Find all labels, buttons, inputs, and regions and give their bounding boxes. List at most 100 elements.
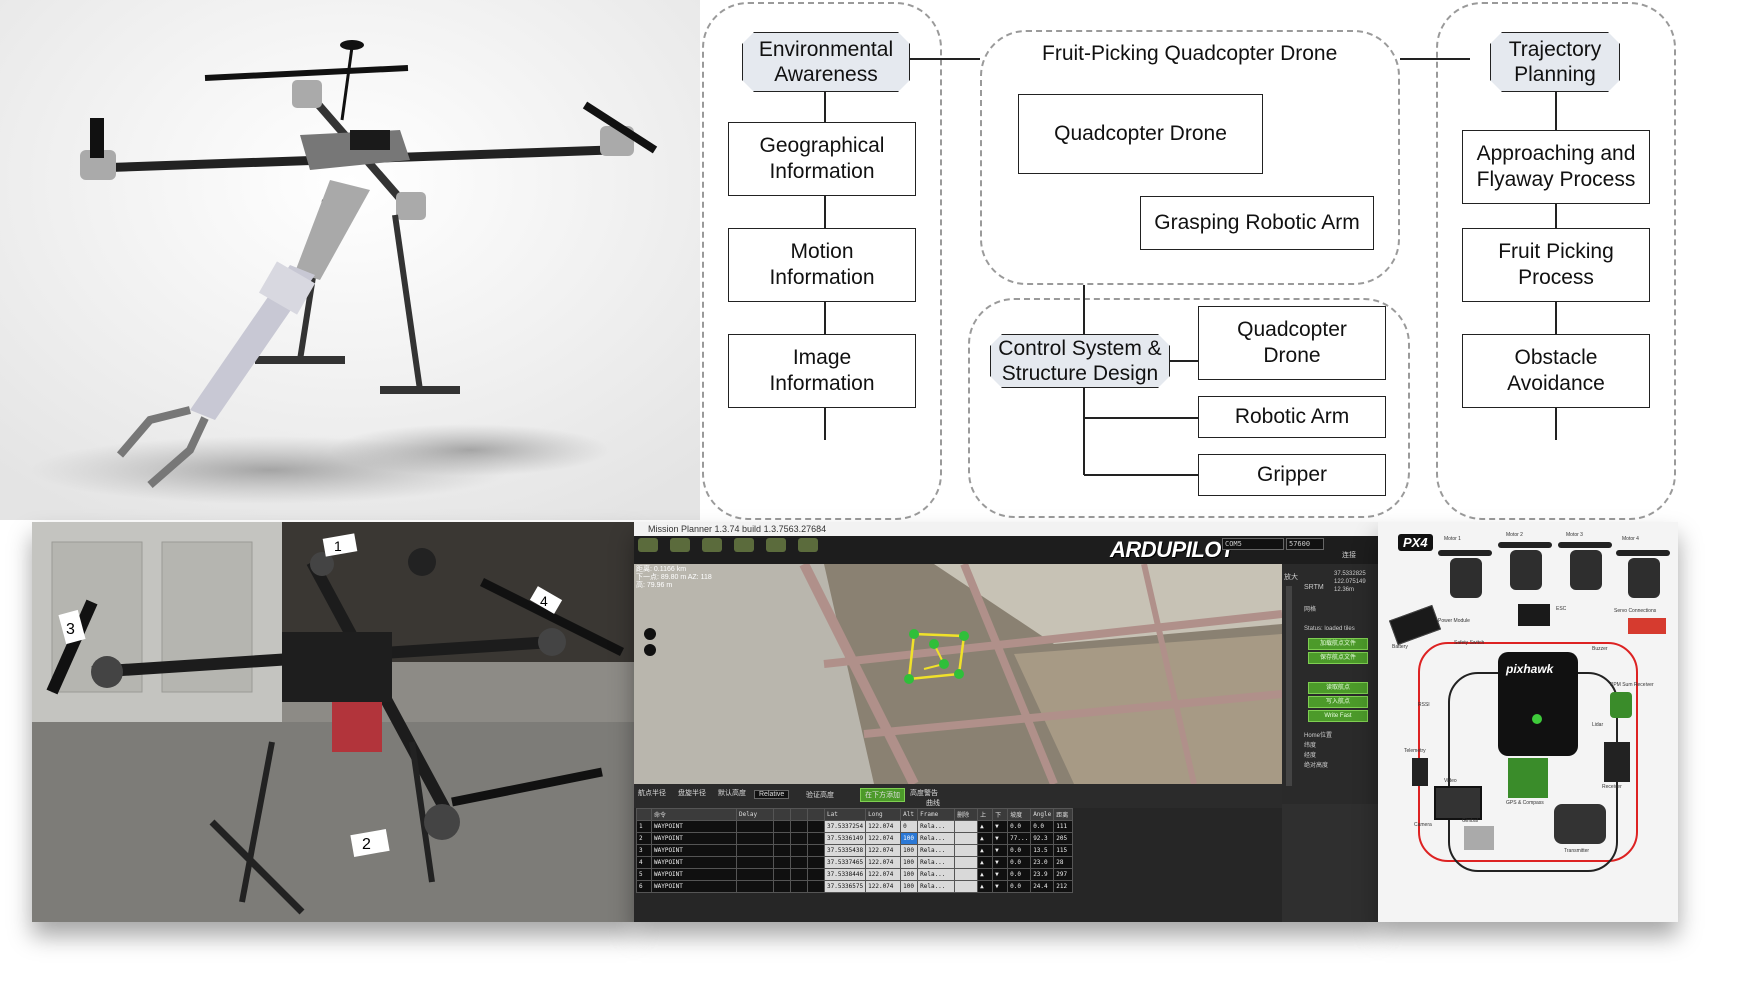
map-info-alt: 高: 79.96 m [636,582,673,589]
zoom-slider[interactable] [1286,586,1292,786]
cell-alt: 100 [900,880,919,893]
traj-item-approach: Approaching and Flyaway Process [1462,130,1650,204]
mp-side-panel: 放大 SRTM 37.5332825 122.075149 12.36m 网格 … [1282,564,1378,804]
arrow-down-icon[interactable]: ▼ [995,835,999,842]
baud-select[interactable]: 57600 [1286,538,1324,550]
cell-up[interactable]: ▲ [977,868,994,881]
loiter-radius-label: 盘旋半径 [678,790,706,797]
add-below-button[interactable]: 在下方添加 [860,788,905,802]
read-wp-button[interactable]: 读取航点 [1308,682,1368,694]
col-command: 命令 [651,808,737,821]
default-alt-label: 默认高度 [718,790,746,797]
label-esc: ESC [1556,606,1567,612]
arrow-up-icon[interactable]: ▲ [980,859,984,866]
cell-lat: 37.5337254 [823,820,867,833]
cell-down[interactable]: ▼ [992,856,1009,869]
cell-up[interactable]: ▲ [977,856,994,869]
cell-delete[interactable] [954,844,979,857]
cell-delete[interactable] [954,832,979,845]
cell-delete[interactable] [954,880,979,893]
arrow-up-icon[interactable]: ▲ [980,835,984,842]
label-servo: Servo Connections [1614,608,1657,614]
grid-checkbox-label[interactable]: 网格 [1304,604,1316,613]
help-icon[interactable] [798,538,818,552]
cell-grad: 0.0 [1007,868,1032,881]
waypoint-row[interactable]: 2 WAYPOINT 37.5336149 122.074 100 Rela... ▲ ▼ 77… [636,832,1074,845]
cell-grad: 0.0 [1007,880,1032,893]
write-wp-button[interactable]: 写入航点 [1308,696,1368,708]
cell-down[interactable]: ▼ [992,880,1009,893]
arrow-down-icon[interactable]: ▼ [995,859,999,866]
cell-angle: 23.9 [1030,868,1055,881]
arrow-up-icon[interactable]: ▲ [980,847,984,854]
cell-up[interactable]: ▲ [977,844,994,857]
cell-delete[interactable] [954,820,979,833]
arrow-up-icon[interactable]: ▲ [980,883,984,890]
arrow-down-icon[interactable]: ▼ [995,847,999,854]
waypoint-row[interactable]: 1 WAYPOINT 37.5337254 122.074 0 Rela... ▲ ▼ 0.0 0… [636,820,1074,833]
cell-up[interactable]: ▲ [977,820,994,833]
cell-delete[interactable] [954,856,979,869]
cell-cmd[interactable]: WAYPOINT [651,820,737,833]
cell-p2 [773,856,791,869]
arm-label-1: 1 [334,538,342,554]
cell-up[interactable]: ▲ [977,832,994,845]
cell-cmd[interactable]: WAYPOINT [651,844,737,857]
flight-data-icon[interactable] [638,538,658,552]
cell-cmd[interactable]: WAYPOINT [651,832,737,845]
gimbal-icon [1464,826,1494,850]
cell-down[interactable]: ▼ [992,832,1009,845]
cad-render-panel [0,0,700,520]
motor-icon [1570,550,1602,590]
port-select[interactable]: COM5 [1222,538,1284,550]
waypoint-row[interactable]: 4 WAYPOINT 37.5337465 122.074 100 Rela... ▲ ▼ 0.… [636,856,1074,869]
waypoint-row[interactable]: 3 WAYPOINT 37.5335438 122.074 100 Rela... ▲ ▼ 0.… [636,844,1074,857]
video-screen-icon [1434,786,1482,820]
cell-delete[interactable] [954,868,979,881]
initial-setup-icon[interactable] [702,538,722,552]
map-info-next: 下一点: 89.80 m AZ: 118 [636,574,712,581]
cell-down[interactable]: ▼ [992,844,1009,857]
arrow-down-icon[interactable]: ▼ [995,823,999,830]
config-tuning-icon[interactable] [734,538,754,552]
arrow-down-icon[interactable]: ▼ [995,871,999,878]
satellite-map[interactable]: 距离: 0.1166 km 下一点: 89.80 m AZ: 118 高: 79… [634,564,1282,784]
write-fast-button[interactable]: Write Fast [1308,710,1368,722]
alt-mode-select[interactable]: Relative [754,790,790,799]
center-item-robotic-arm: Grasping Robotic Arm [1140,196,1374,250]
load-wp-file-button[interactable]: 加载航点文件 [1308,638,1368,650]
col-down: 下 [992,808,1009,821]
cell-alt: 100 [900,868,919,881]
cell-lat: 37.5338446 [823,868,867,881]
spline-checkbox[interactable]: 曲线 [926,798,940,808]
arm-label-2: 2 [362,836,371,853]
flight-plan-icon[interactable] [670,538,690,552]
cell-p2 [773,820,791,833]
connector [1084,417,1198,419]
col-alt: Alt [900,808,919,821]
alt-warning-label: 高度警告 [910,790,938,797]
waypoint-table-body: 1 WAYPOINT 37.5337254 122.074 0 Rela... ▲ ▼ 0.0 0… [636,820,1074,893]
waypoint-row[interactable]: 6 WAYPOINT 37.5336575 122.074 100 Rela... ▲ ▼ 0.… [636,880,1074,893]
cell-idx: 2 [636,832,652,845]
cell-cmd[interactable]: WAYPOINT [651,868,737,881]
cell-cmd[interactable]: WAYPOINT [651,856,737,869]
pixhawk-label: pixhawk [1506,662,1554,676]
label-lidar: Lidar [1592,722,1604,728]
cell-down[interactable]: ▼ [992,820,1009,833]
save-wp-file-button[interactable]: 保存航点文件 [1308,652,1368,664]
label-motor-4: Motor 4 [1622,536,1639,542]
arrow-up-icon[interactable]: ▲ [980,871,984,878]
arrow-down-icon[interactable]: ▼ [995,883,999,890]
cell-cmd[interactable]: WAYPOINT [651,880,737,893]
connect-button[interactable]: 连接 [1334,536,1364,562]
col-angle: Angle [1030,808,1055,821]
srtm-label: SRTM [1304,584,1324,591]
cell-up[interactable]: ▲ [977,880,994,893]
cell-down[interactable]: ▼ [992,868,1009,881]
arrow-up-icon[interactable]: ▲ [980,823,984,830]
cell-p2 [773,844,791,857]
verify-height-checkbox[interactable]: 验证高度 [806,790,834,800]
simulation-icon[interactable] [766,538,786,552]
waypoint-row[interactable]: 5 WAYPOINT 37.5338446 122.074 100 Rela... ▲ ▼ 0.… [636,868,1074,881]
